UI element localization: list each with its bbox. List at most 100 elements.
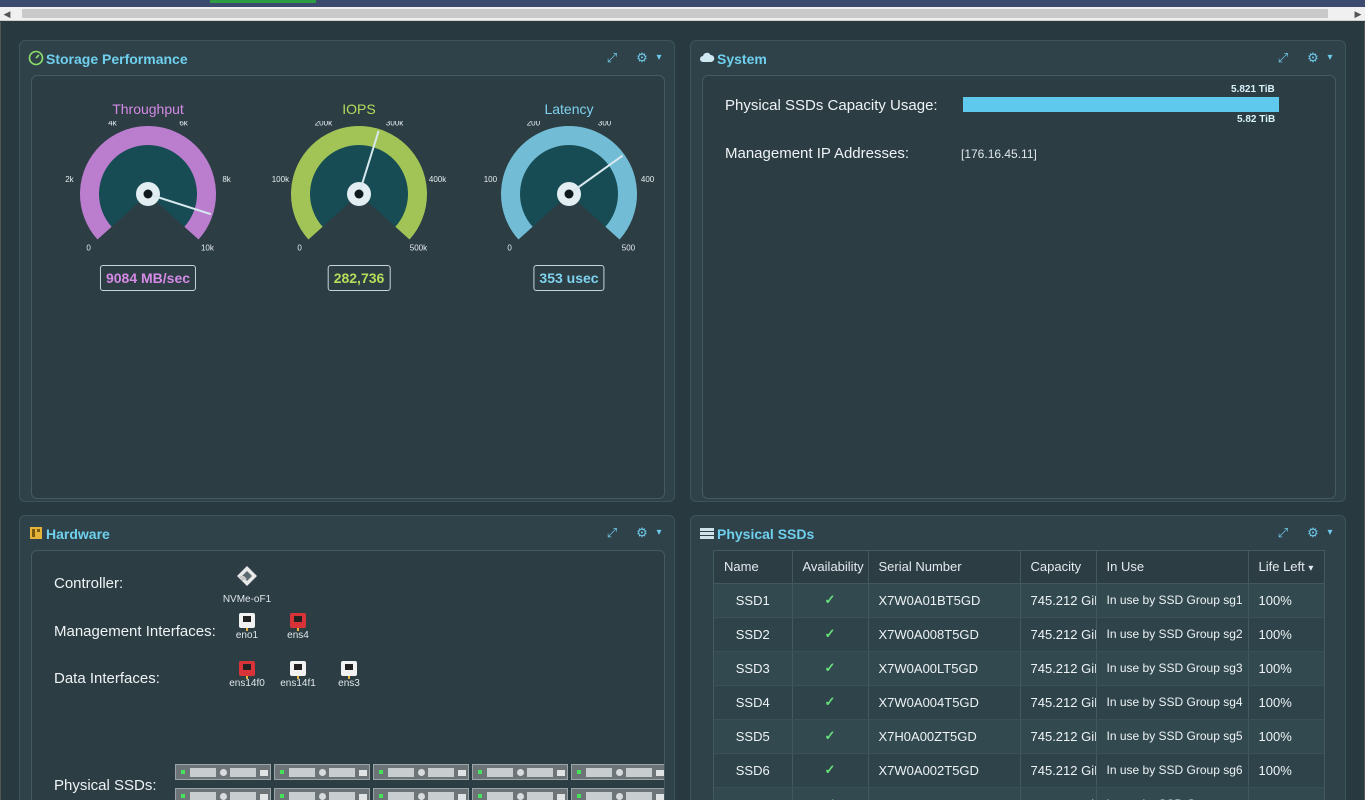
chevron-down-icon[interactable]: ▾ <box>1322 50 1338 66</box>
drive-bay-panel <box>190 792 216 800</box>
column-header-name[interactable]: Name <box>714 551 793 584</box>
cell-capacity: 745.212 GiB <box>1020 583 1097 618</box>
column-header-availability[interactable]: Availability <box>792 551 869 584</box>
physical-ssds-table: Name Availability Serial Number Capacity… <box>714 551 1324 800</box>
gauge-hub <box>354 189 364 199</box>
status-led <box>181 794 185 798</box>
iops-gauge: IOPS 0 100k 200k 300k 400k 500k 282,736 <box>269 101 449 321</box>
drive-button <box>616 769 623 776</box>
table-row[interactable]: SSD6 ✓ X7W0A002T5GD 745.212 GiB In use by SS… <box>714 753 1324 788</box>
interface-ens3[interactable]: ens3 <box>324 661 374 689</box>
gear-icon[interactable]: ⚙ <box>634 525 650 541</box>
gauge-tick-label: 300 <box>598 121 612 127</box>
chevron-down-icon[interactable]: ▾ <box>651 50 667 66</box>
scroll-right-icon[interactable]: ▶ <box>1351 7 1365 21</box>
cell-name: SSD5 <box>714 719 793 754</box>
ssd-slot[interactable] <box>274 764 370 780</box>
cell-capacity: 745.212 GiB <box>1020 719 1097 754</box>
expand-icon[interactable]: ⤢ <box>604 525 620 541</box>
drive-button <box>517 769 524 776</box>
table-row[interactable]: SSD4 ✓ X7W0A004T5GD 745.212 GiB In use by SS… <box>714 685 1324 720</box>
network-port-icon <box>341 661 357 679</box>
management-interfaces-label: Management Interfaces: <box>54 623 216 640</box>
drive-latch <box>458 770 466 776</box>
gauge-tick-label: 200 <box>527 121 541 127</box>
cell-in-use: In use by SSD Group <box>1096 787 1249 800</box>
ssd-slot[interactable] <box>373 788 469 800</box>
column-header-life-left[interactable]: Life Left ▾ <box>1248 551 1324 584</box>
ssd-slot[interactable] <box>472 764 568 780</box>
ssd-slot[interactable] <box>175 764 271 780</box>
drive-latch <box>359 794 367 800</box>
ssd-slot[interactable] <box>472 788 568 800</box>
interface-name: eno1 <box>235 630 259 641</box>
interface-name: ens3 <box>338 678 360 689</box>
expand-icon[interactable]: ⤢ <box>1275 50 1291 66</box>
gear-icon[interactable]: ⚙ <box>1305 50 1321 66</box>
cell-life-left: 100% <box>1248 753 1324 788</box>
cell-serial-number: X7H0A00ZT5GD <box>868 719 1021 754</box>
drive-bay-panel <box>586 792 612 800</box>
panel-header: Storage Performance ⤢ ⚙ ▾ <box>20 41 674 75</box>
expand-icon[interactable]: ⤢ <box>604 50 620 66</box>
interface-name: ens4 <box>287 630 309 641</box>
cell-serial-number: X7W0A00LT5GD <box>868 651 1021 686</box>
ssd-slot[interactable] <box>571 788 664 800</box>
column-header-capacity[interactable]: Capacity <box>1020 551 1097 584</box>
table-row[interactable]: SSD5 ✓ X7H0A00ZT5GD 745.212 GiB In use by SS… <box>714 719 1324 754</box>
interface-eno1[interactable]: eno1 <box>222 613 272 641</box>
interface-ens14f0[interactable]: ens14f0 <box>222 661 272 689</box>
network-port-icon <box>239 661 255 679</box>
drive-button <box>418 769 425 776</box>
drive-bay-panel <box>230 768 256 777</box>
gear-icon[interactable]: ⚙ <box>634 50 650 66</box>
controller-item[interactable]: NVMe-oF1 <box>222 565 272 605</box>
network-port-icon <box>290 661 306 679</box>
cell-serial-number: X7W0A008T5GD <box>868 617 1021 652</box>
cell-life-left: 100% <box>1248 617 1324 652</box>
chevron-down-icon[interactable]: ▾ <box>651 525 667 541</box>
panel-title: Physical SSDs <box>717 526 815 542</box>
panel-title: System <box>717 51 767 67</box>
scroll-left-icon[interactable]: ◀ <box>0 7 14 21</box>
ssd-slot[interactable] <box>274 788 370 800</box>
horizontal-scrollbar[interactable]: ◀ ▶ <box>0 7 1365 21</box>
browser-tab-indicator <box>210 0 316 3</box>
drive-latch <box>458 794 466 800</box>
ssd-slot[interactable] <box>373 764 469 780</box>
table-row[interactable]: SSD1 ✓ X7W0A01BT5GD 745.212 GiB In use by SS… <box>714 583 1324 618</box>
table-row[interactable]: SSD3 ✓ X7W0A00LT5GD 745.212 GiB In use by SS… <box>714 651 1324 686</box>
column-header-serial-number[interactable]: Serial Number <box>868 551 1021 584</box>
expand-icon[interactable]: ⤢ <box>1275 525 1291 541</box>
ssd-slot[interactable] <box>175 788 271 800</box>
chevron-down-icon[interactable]: ▾ <box>1322 525 1338 541</box>
controller-name: NVMe-oF1 <box>222 594 272 605</box>
drive-button <box>616 793 623 800</box>
gauge-tick-label: 0 <box>86 244 91 253</box>
cell-in-use: In use by SSD Group sg6 <box>1096 753 1249 788</box>
gauge-tick-label: 400k <box>429 175 447 184</box>
cell-capacity: 745.212 GiB <box>1020 787 1097 800</box>
gear-icon[interactable]: ⚙ <box>1305 525 1321 541</box>
storage-performance-panel: Storage Performance ⤢ ⚙ ▾ Throughput 0 2k… <box>19 40 675 502</box>
interface-ens4[interactable]: ens4 <box>273 613 323 641</box>
storage-performance-body: Throughput 0 2k 4k 6k 8k 10k 9084 MB/sec IOPS… <box>31 75 665 499</box>
panel-header: Physical SSDs ⤢ ⚙ ▾ <box>691 516 1345 550</box>
table-row[interactable]: SSD7✓X7W0A00ST5GD745.212 GiBIn use by SS… <box>714 787 1324 800</box>
drive-bay-panel <box>527 768 553 777</box>
scrollbar-thumb[interactable] <box>22 9 1328 18</box>
gauge-readout: 353 usec <box>533 265 605 291</box>
cell-in-use: In use by SSD Group sg4 <box>1096 685 1249 720</box>
column-header-in-use[interactable]: In Use <box>1096 551 1249 584</box>
status-led <box>478 794 482 798</box>
gauge-tick-label: 10k <box>201 244 215 253</box>
table-row[interactable]: SSD2 ✓ X7W0A008T5GD 745.212 GiB In use by SS… <box>714 617 1324 652</box>
cell-serial-number: X7W0A002T5GD <box>868 753 1021 788</box>
gauge-tick-label: 400 <box>641 175 655 184</box>
gauge-tick-label: 100k <box>272 175 290 184</box>
gauge-dial: 0 100 200 300 400 500 <box>484 121 655 253</box>
interface-ens14f1[interactable]: ens14f1 <box>273 661 323 689</box>
status-led <box>379 794 383 798</box>
ssd-slot[interactable] <box>571 764 664 780</box>
check-icon: ✓ <box>792 787 869 800</box>
